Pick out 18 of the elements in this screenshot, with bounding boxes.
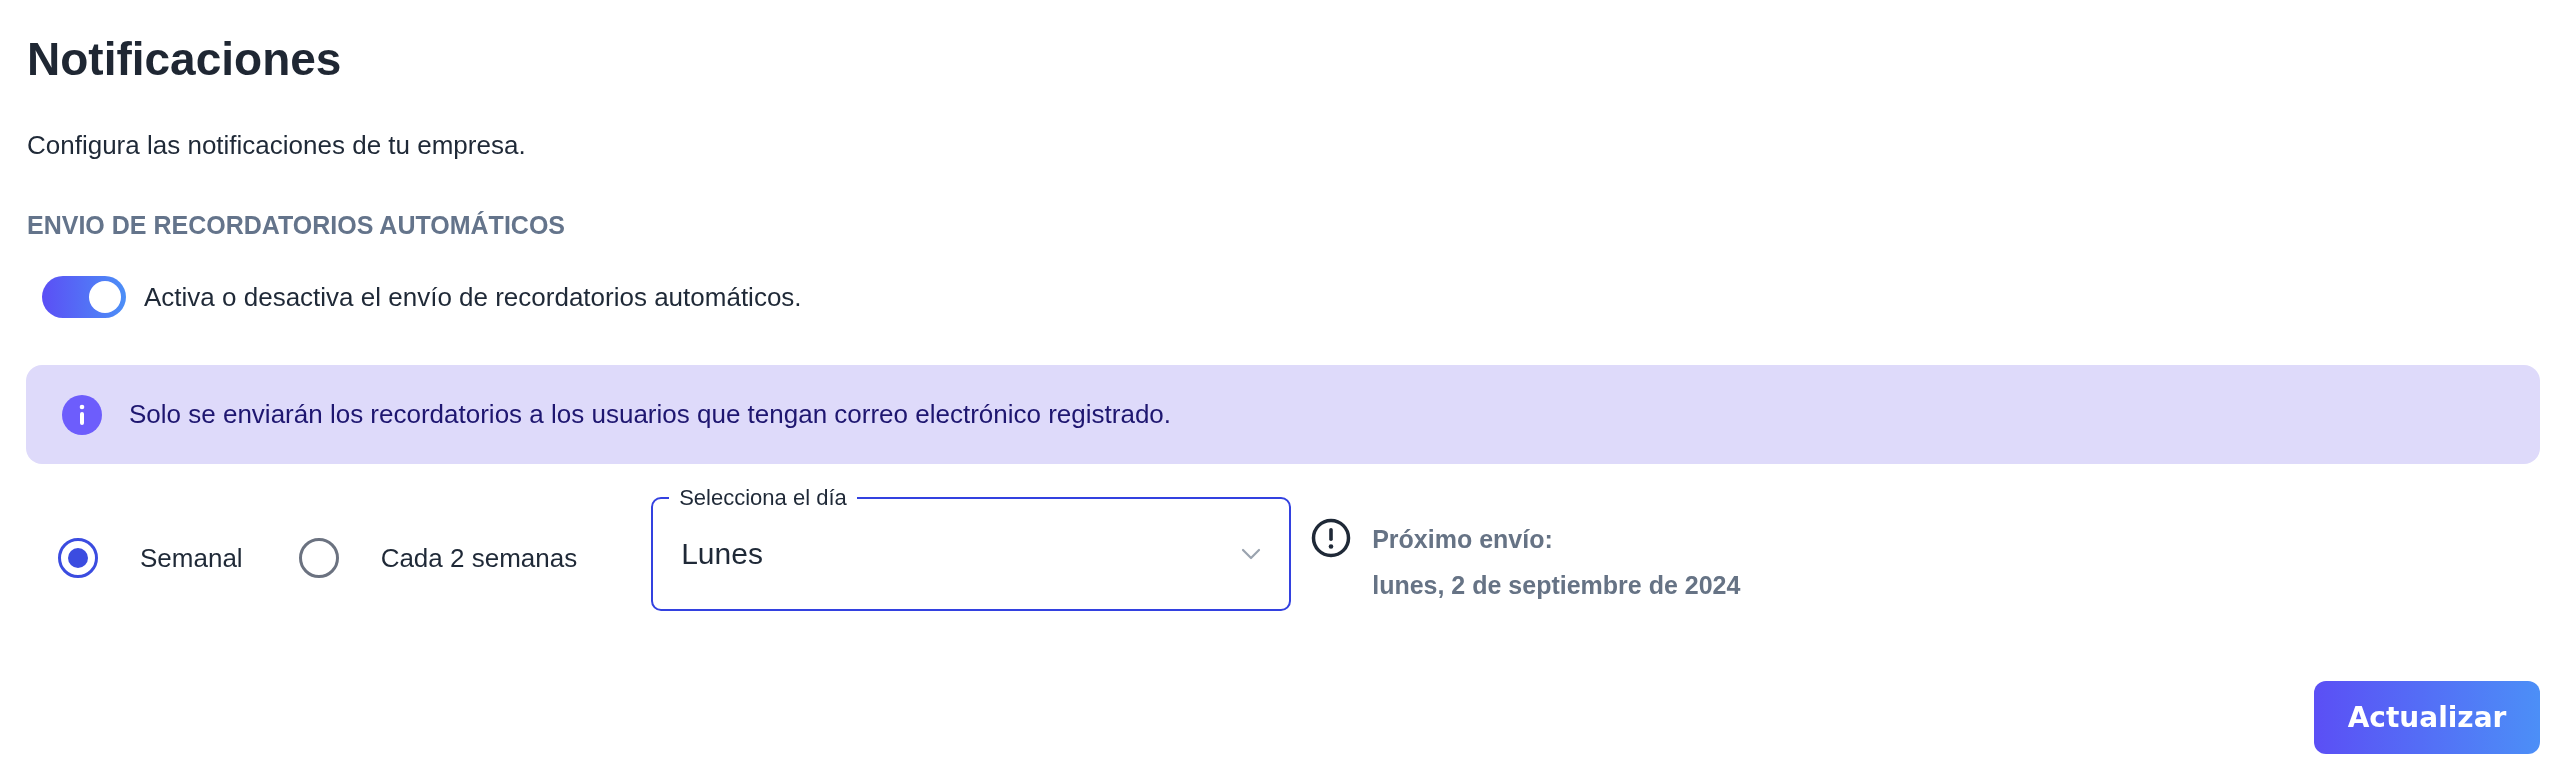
section-heading: ENVIO DE RECORDATORIOS AUTOMÁTICOS — [27, 211, 566, 240]
page-subtitle: Configura las notificaciones de tu empresa. — [27, 130, 527, 161]
page-title: Notificaciones — [27, 32, 343, 86]
chevron-down-icon — [1241, 547, 1262, 560]
radio-button[interactable] — [298, 538, 339, 578]
select-value: Lunes — [681, 536, 764, 571]
select-label: Selecciona el día — [678, 484, 848, 512]
toggle-label: Activa o desactiva el envío de recordatorios automáticos. — [144, 281, 802, 313]
update-button[interactable]: Actualizar — [2314, 681, 2540, 754]
next-send-label: Próximo envío: — [1372, 525, 1554, 554]
radio-button[interactable] — [58, 538, 98, 578]
toggle-switch[interactable] — [42, 276, 126, 318]
info-text: Solo se enviarán los recordatorios a los usuarios que tengan correo electrónico registrado. — [129, 399, 1172, 430]
alert-icon — [1311, 518, 1352, 558]
info-icon — [62, 394, 102, 435]
radio-label: Cada 2 semanas — [380, 542, 578, 574]
radio-label: Semanal — [140, 542, 243, 574]
next-send-date: lunes, 2 de septiembre de 2024 — [1372, 571, 1741, 600]
